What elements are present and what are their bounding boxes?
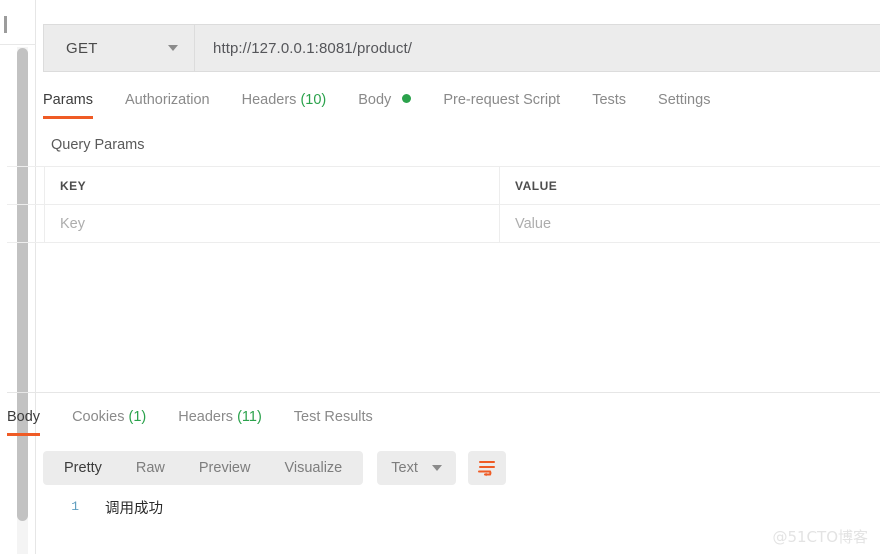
tab-authorization[interactable]: Authorization — [125, 88, 210, 119]
view-mode-visualize[interactable]: Visualize — [267, 451, 359, 485]
response-tab-test-results-label: Test Results — [293, 409, 373, 425]
tab-body-label: Body — [358, 92, 392, 108]
response-tab-bar: Body Cookies (1) Headers (11) Test Resul… — [7, 405, 844, 439]
param-key-input[interactable]: Key — [45, 204, 500, 243]
response-tab-cookies[interactable]: Cookies (1) — [72, 405, 146, 436]
chevron-down-icon — [431, 465, 442, 471]
tab-params-label: Params — [43, 92, 93, 108]
param-value-placeholder: Value — [515, 215, 552, 232]
response-format-label: Text — [391, 460, 418, 476]
column-header-key: KEY — [45, 166, 500, 205]
response-view-mode-group: Pretty Raw Preview Visualize — [43, 451, 364, 485]
chevron-down-icon — [168, 45, 178, 51]
tab-pre-request-script[interactable]: Pre-request Script — [443, 88, 560, 119]
watermark: @51CTO博客 — [772, 528, 868, 546]
view-mode-raw[interactable]: Raw — [119, 451, 182, 485]
tab-body[interactable]: Body — [358, 88, 412, 119]
line-number: 1 — [71, 499, 79, 514]
row-checkbox-cell[interactable] — [7, 204, 45, 243]
param-value-input[interactable]: Value — [500, 205, 880, 243]
vertical-scrollbar-thumb[interactable] — [17, 48, 28, 521]
query-params-title: Query Params — [51, 137, 145, 153]
response-tab-cookies-label: Cookies — [72, 409, 125, 425]
url-bar: GET http://127.0.0.1:8081/product/ — [43, 24, 880, 72]
response-body-content[interactable]: 调用成功 — [105, 497, 163, 518]
tab-headers-label: Headers — [241, 92, 297, 108]
response-format-select[interactable]: Text — [377, 451, 456, 485]
tab-authorization-label: Authorization — [124, 92, 210, 108]
view-mode-preview[interactable]: Preview — [182, 451, 268, 485]
tab-pre-request-script-label: Pre-request Script — [443, 92, 561, 108]
word-wrap-icon — [477, 461, 495, 477]
param-key-placeholder: Key — [60, 215, 85, 232]
response-tab-cookies-count: (1) — [128, 409, 147, 425]
response-tab-headers-count: (11) — [237, 409, 262, 425]
pane-divider[interactable] — [7, 392, 880, 393]
column-header-value: VALUE — [500, 167, 880, 205]
view-mode-pretty[interactable]: Pretty — [47, 451, 119, 485]
text-cursor-mark — [4, 16, 7, 33]
request-tab-bar: Params Authorization Headers (10) Body P… — [43, 88, 880, 124]
body-present-dot-icon — [402, 94, 412, 103]
response-toolbar: Pretty Raw Preview Visualize Text — [43, 451, 506, 485]
rail-divider — [0, 44, 36, 45]
response-tab-body-label: Body — [7, 409, 41, 425]
http-method-label: GET — [66, 39, 98, 57]
response-tab-body[interactable]: Body — [7, 405, 41, 436]
table-row: Key Value — [7, 204, 880, 243]
query-params-table: KEY VALUE Key Value — [7, 166, 880, 243]
tab-tests-label: Tests — [592, 92, 627, 108]
http-method-select[interactable]: GET — [44, 25, 195, 71]
tab-headers-count: (10) — [300, 92, 327, 108]
column-header-value-label: VALUE — [515, 178, 558, 193]
tab-params[interactable]: Params — [43, 88, 93, 119]
tab-headers[interactable]: Headers (10) — [242, 88, 327, 119]
table-header-row: KEY VALUE — [7, 166, 880, 205]
tab-settings-label: Settings — [658, 92, 711, 108]
tab-tests[interactable]: Tests — [592, 88, 626, 119]
response-tab-headers-label: Headers — [178, 409, 234, 425]
row-select-gutter — [7, 166, 45, 205]
column-header-key-label: KEY — [60, 178, 87, 193]
response-tab-test-results[interactable]: Test Results — [294, 405, 373, 436]
response-tab-headers[interactable]: Headers (11) — [178, 405, 262, 436]
response-body-viewer: 1 调用成功 — [43, 497, 843, 518]
url-input[interactable]: http://127.0.0.1:8081/product/ — [195, 25, 880, 71]
tab-settings[interactable]: Settings — [658, 88, 710, 119]
word-wrap-toggle-button[interactable] — [467, 451, 506, 485]
